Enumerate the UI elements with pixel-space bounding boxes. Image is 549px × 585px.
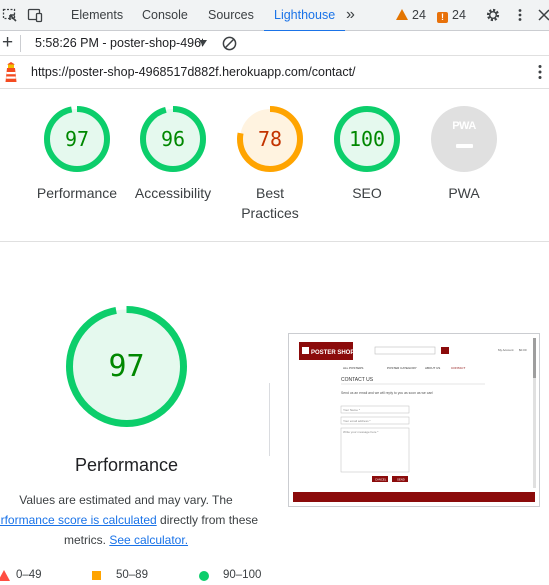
gauge-ring: 96 xyxy=(140,106,206,172)
thumb-send: SEND xyxy=(397,478,405,482)
gauge-ring: 97 xyxy=(44,106,110,172)
gauge-ring: 78 xyxy=(237,106,303,172)
legend-average-square-icon xyxy=(92,571,101,580)
thumb-field-email: Your email address * xyxy=(343,419,371,423)
performance-gauge-large: 97 xyxy=(66,306,187,427)
final-screenshot[interactable]: POSTER SHOP My Account $0.00 ALL POSTERS… xyxy=(288,333,540,507)
legend-pass-circle-icon xyxy=(199,571,209,581)
issues-count: 24 xyxy=(452,8,466,22)
thumb-brand: POSTER SHOP xyxy=(311,350,354,356)
thumb-footer xyxy=(293,492,535,502)
legend-fail-range: 0–49 xyxy=(16,569,42,581)
report-selector-caret-icon[interactable] xyxy=(199,40,207,46)
more-options-icon[interactable] xyxy=(512,7,528,23)
gauge-pwa[interactable]: PWA PWA xyxy=(419,106,509,203)
desc-text-3: metrics. xyxy=(63,533,106,547)
new-report-plus-icon[interactable]: + xyxy=(2,32,13,54)
desc-text-2: directly from these xyxy=(160,513,259,527)
lighthouse-logo-icon xyxy=(5,62,17,82)
device-toolbar-icon[interactable] xyxy=(27,7,43,23)
tab-lighthouse[interactable]: Lighthouse xyxy=(263,0,346,32)
more-tabs-chevron-icon[interactable]: » xyxy=(346,0,355,30)
gauge-label: PWA xyxy=(448,185,480,201)
legend-pass-range: 90–100 xyxy=(223,569,262,581)
gauge-accessibility[interactable]: 96 Accessibility xyxy=(128,106,218,203)
warning-icon xyxy=(396,9,408,20)
settings-gear-icon[interactable] xyxy=(485,7,501,23)
legend-average-range: 50–89 xyxy=(116,569,148,581)
see-calculator-link[interactable]: See calculator. xyxy=(109,533,188,547)
report-url-bar: https://poster-shop-4968517d882f.herokua… xyxy=(0,56,549,89)
thumb-nav-1: ALL POSTERS xyxy=(343,366,363,370)
thumb-field-name: Your Name * xyxy=(343,408,361,412)
inspect-element-icon[interactable] xyxy=(2,7,18,23)
gauge-score: 97 xyxy=(64,127,90,151)
issues-badge[interactable]: ! 24 xyxy=(437,7,466,23)
warnings-count: 24 xyxy=(412,8,426,22)
thumb-nav-2: POSTER CATEGORY xyxy=(387,366,417,370)
gauge-ring-svg xyxy=(431,106,497,172)
score-calculated-link[interactable]: erformance score is calculated xyxy=(0,513,157,527)
gauge-best-practices[interactable]: 78 Best Practices xyxy=(225,106,315,223)
audited-url[interactable]: https://poster-shop-4968517d882f.herokua… xyxy=(31,56,356,89)
performance-title: Performance xyxy=(74,455,179,475)
tab-elements[interactable]: Elements xyxy=(71,0,123,31)
page-screenshot-image: POSTER SHOP My Account $0.00 ALL POSTERS… xyxy=(289,334,539,506)
warnings-badge[interactable]: 24 xyxy=(396,7,426,23)
thumb-cart: $0.00 xyxy=(519,348,527,352)
thumb-nav-4: CONTACT xyxy=(451,366,465,370)
gauge-ring: PWA xyxy=(431,106,497,172)
performance-score-large: 97 xyxy=(108,349,145,384)
thumb-field-message: Write your message here * xyxy=(343,430,379,434)
thumb-nav-3: ABOUT US xyxy=(425,366,440,370)
pwa-na-dash xyxy=(456,144,473,148)
vertical-divider xyxy=(269,383,270,456)
performance-description: Values are estimated and may vary. The e… xyxy=(0,490,262,550)
issue-icon: ! xyxy=(437,12,448,23)
thumb-heading: CONTACT US xyxy=(341,377,374,383)
tab-sources[interactable]: Sources xyxy=(208,0,254,31)
thumb-subtext: Send us an email and we will reply to yo… xyxy=(341,391,433,395)
gauge-label: Accessibility xyxy=(134,185,212,201)
pwa-badge-icon: PWA xyxy=(452,120,476,132)
gauge-label: Performance xyxy=(36,185,118,201)
gauge-score: 100 xyxy=(348,127,386,151)
toolbar-divider xyxy=(20,35,21,52)
devtools-tabbar: Elements Console Sources Lighthouse » 24… xyxy=(0,0,549,32)
desc-text-1: Values are estimated and may vary. The xyxy=(19,493,233,507)
thumb-account: My Account xyxy=(498,348,514,352)
gauge-performance[interactable]: 97 Performance xyxy=(32,106,122,203)
report-menu-icon[interactable] xyxy=(538,64,542,80)
gauge-label: SEO xyxy=(352,185,382,201)
legend-fail-triangle-icon xyxy=(0,570,10,581)
gauge-ring: 100 xyxy=(334,106,400,172)
gauge-label: Best Practices xyxy=(241,185,299,221)
close-devtools-icon[interactable] xyxy=(536,7,549,23)
gauge-score: 96 xyxy=(160,127,186,151)
gauge-fill xyxy=(431,106,497,172)
report-toolbar: + 5:58:26 PM - poster-shop-4968 xyxy=(0,31,549,56)
tab-console[interactable]: Console xyxy=(142,0,188,31)
report-selector[interactable]: 5:58:26 PM - poster-shop-4968 xyxy=(35,31,203,56)
thumb-cancel: CANCEL xyxy=(375,478,387,482)
clear-reports-icon[interactable] xyxy=(222,36,237,51)
gauge-seo[interactable]: 100 SEO xyxy=(322,106,412,203)
section-divider xyxy=(0,241,549,242)
gauge-score: 78 xyxy=(257,127,283,151)
